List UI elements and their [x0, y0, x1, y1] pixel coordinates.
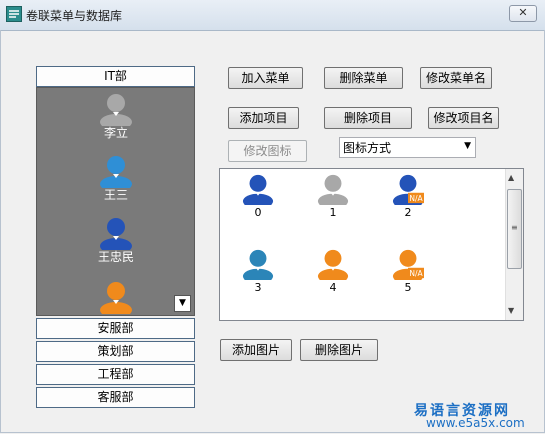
scroll-up-icon[interactable]: ▲ — [508, 173, 514, 182]
icon-mode-select[interactable]: 图标方式 ▼ — [339, 137, 476, 158]
chevron-down-icon: ▼ — [179, 298, 186, 308]
delete-item-button[interactable]: 删除项目 — [324, 107, 412, 129]
delete-image-button[interactable]: 删除图片 — [300, 339, 378, 361]
list-item[interactable]: 3 — [228, 248, 288, 294]
scroll-down-button[interactable]: ▼ — [174, 295, 191, 312]
list-item[interactable]: N/A 2 — [378, 173, 438, 219]
user-badge-icon: N/A — [392, 174, 424, 205]
scrollbar-thumb[interactable]: ≡ — [507, 189, 522, 269]
user-icon — [100, 282, 132, 314]
person-name: 李立 — [103, 126, 128, 140]
image-index: 0 — [254, 206, 262, 219]
image-list[interactable]: 0 1 N/A 2 3 4 N/A 5 — [219, 168, 524, 321]
person-item[interactable]: 王忠民 — [86, 216, 146, 265]
add-item-button[interactable]: 添加项目 — [228, 107, 299, 129]
window-title: 卷联菜单与数据库 — [26, 9, 123, 23]
image-index: 3 — [254, 281, 262, 294]
list-item[interactable]: 1 — [303, 173, 363, 219]
icon-mode-value: 图标方式 — [343, 141, 392, 155]
title-bar: 卷联菜单与数据库 ✕ — [0, 0, 545, 31]
rename-menu-button[interactable]: 修改菜单名 — [420, 67, 492, 89]
image-index: 5 — [404, 281, 412, 294]
add-image-button[interactable]: 添加图片 — [220, 339, 292, 361]
app-icon — [6, 6, 22, 22]
group-header-gongcheng[interactable]: 工程部 — [36, 364, 195, 385]
change-icon-button[interactable]: 修改图标 — [228, 140, 307, 162]
group-header-it[interactable]: IT部 — [36, 66, 195, 87]
group-header-anfu[interactable]: 安服部 — [36, 318, 195, 339]
badge-text: N/A — [409, 269, 423, 278]
badge-text: N/A — [409, 194, 423, 203]
close-button[interactable]: ✕ — [509, 5, 537, 22]
list-item[interactable]: N/A 5 — [378, 248, 438, 294]
image-index: 4 — [329, 281, 337, 294]
vertical-scrollbar[interactable]: ▲ ≡ ▼ — [505, 169, 523, 320]
list-item[interactable]: 4 — [303, 248, 363, 294]
user-icon — [100, 94, 132, 126]
user-icon — [317, 249, 349, 280]
rename-item-button[interactable]: 修改项目名 — [428, 107, 499, 129]
image-index: 2 — [404, 206, 412, 219]
user-icon — [100, 156, 132, 188]
add-menu-button[interactable]: 加入菜单 — [228, 67, 303, 89]
scroll-down-icon[interactable]: ▼ — [508, 306, 514, 315]
list-item[interactable]: 0 — [228, 173, 288, 219]
grip-icon: ≡ — [511, 223, 518, 232]
user-badge-icon: N/A — [392, 249, 424, 280]
user-icon — [242, 174, 274, 205]
person-item[interactable]: 王三 — [86, 154, 146, 203]
person-item[interactable] — [86, 280, 146, 314]
group-body-it: 李立 王三 王忠民 — [36, 87, 195, 316]
person-name: 王三 — [103, 188, 128, 202]
group-header-cehua[interactable]: 策划部 — [36, 341, 195, 362]
person-item[interactable]: 李立 — [86, 92, 146, 141]
user-icon — [242, 249, 274, 280]
user-icon — [100, 218, 132, 250]
chevron-down-icon: ▼ — [464, 141, 471, 151]
delete-menu-button[interactable]: 删除菜单 — [324, 67, 403, 89]
watermark-url: www.e5a5x.com — [426, 416, 525, 430]
user-icon — [317, 174, 349, 205]
group-header-kefu[interactable]: 客服部 — [36, 387, 195, 408]
image-index: 1 — [329, 206, 337, 219]
person-name: 王忠民 — [97, 250, 134, 264]
